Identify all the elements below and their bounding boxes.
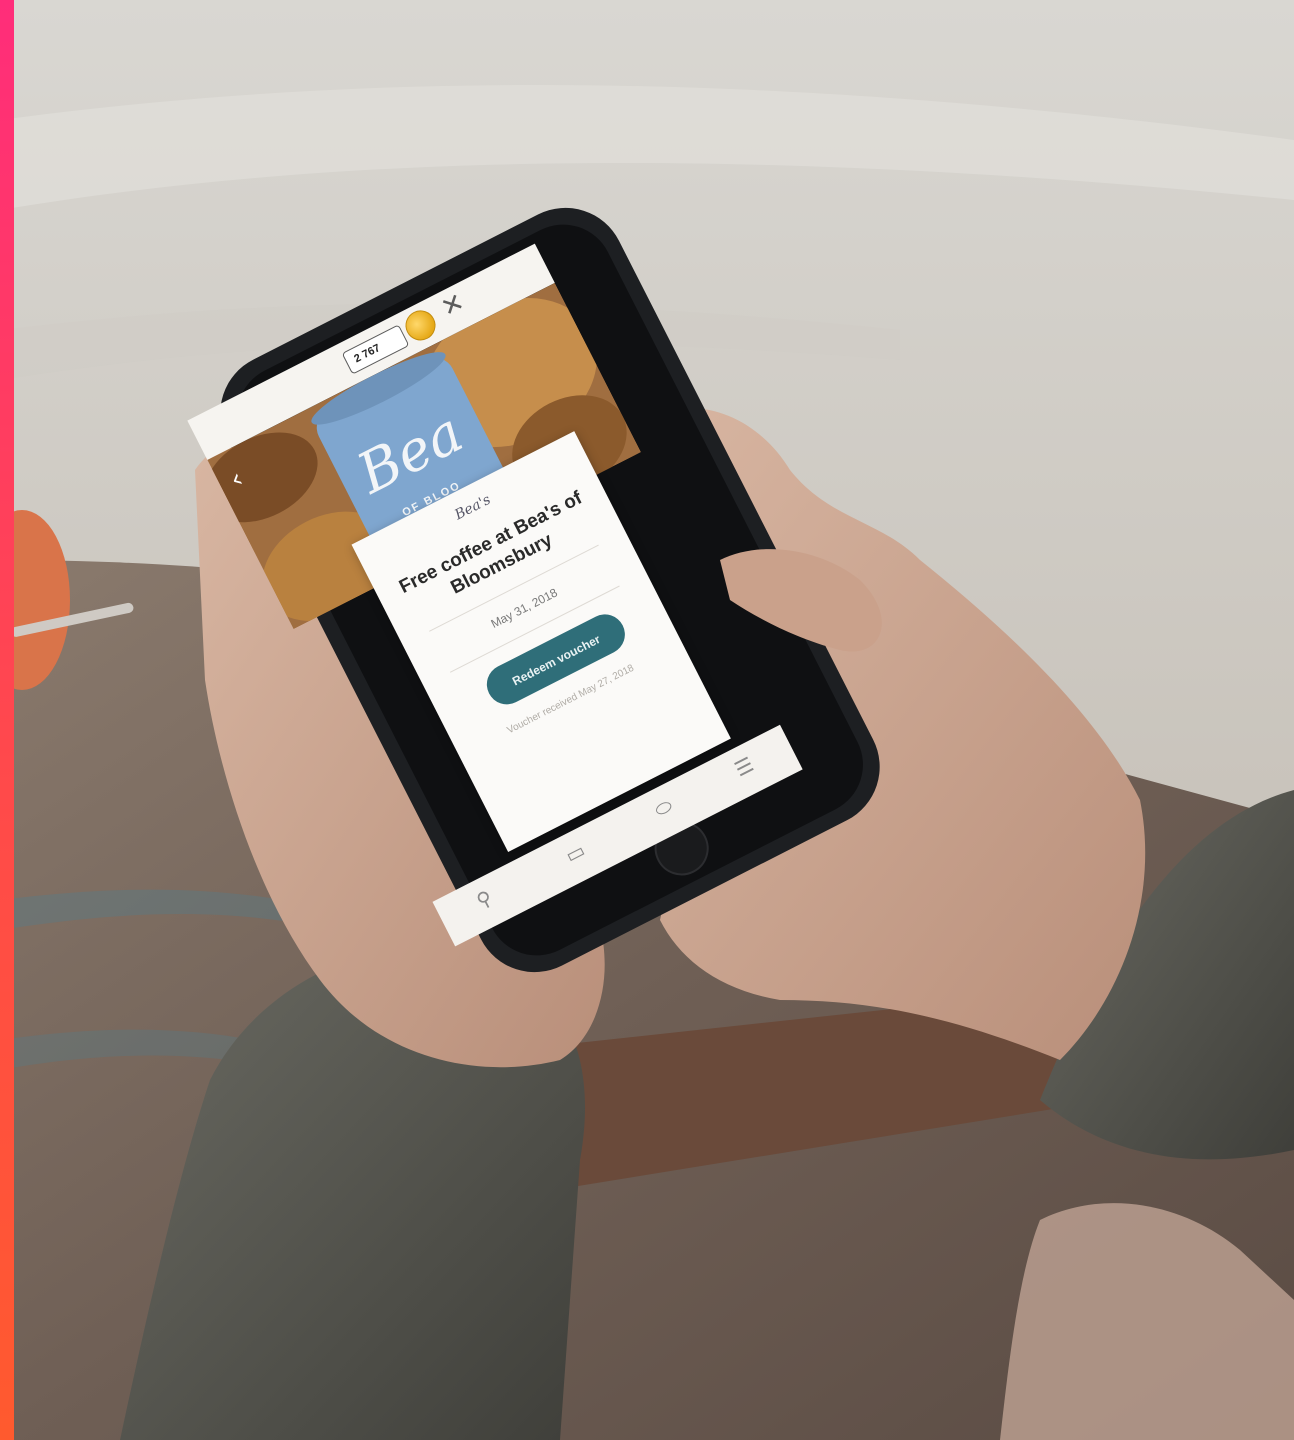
menu-icon[interactable]: ☰ xyxy=(732,754,758,782)
close-icon[interactable]: ✕ xyxy=(436,286,469,323)
ticket-icon[interactable]: ⬭ xyxy=(651,795,676,822)
person-icon[interactable]: ⚲ xyxy=(473,887,496,913)
card-icon[interactable]: ▭ xyxy=(562,839,589,867)
accent-bar xyxy=(0,0,14,1440)
coin-icon xyxy=(400,305,441,346)
